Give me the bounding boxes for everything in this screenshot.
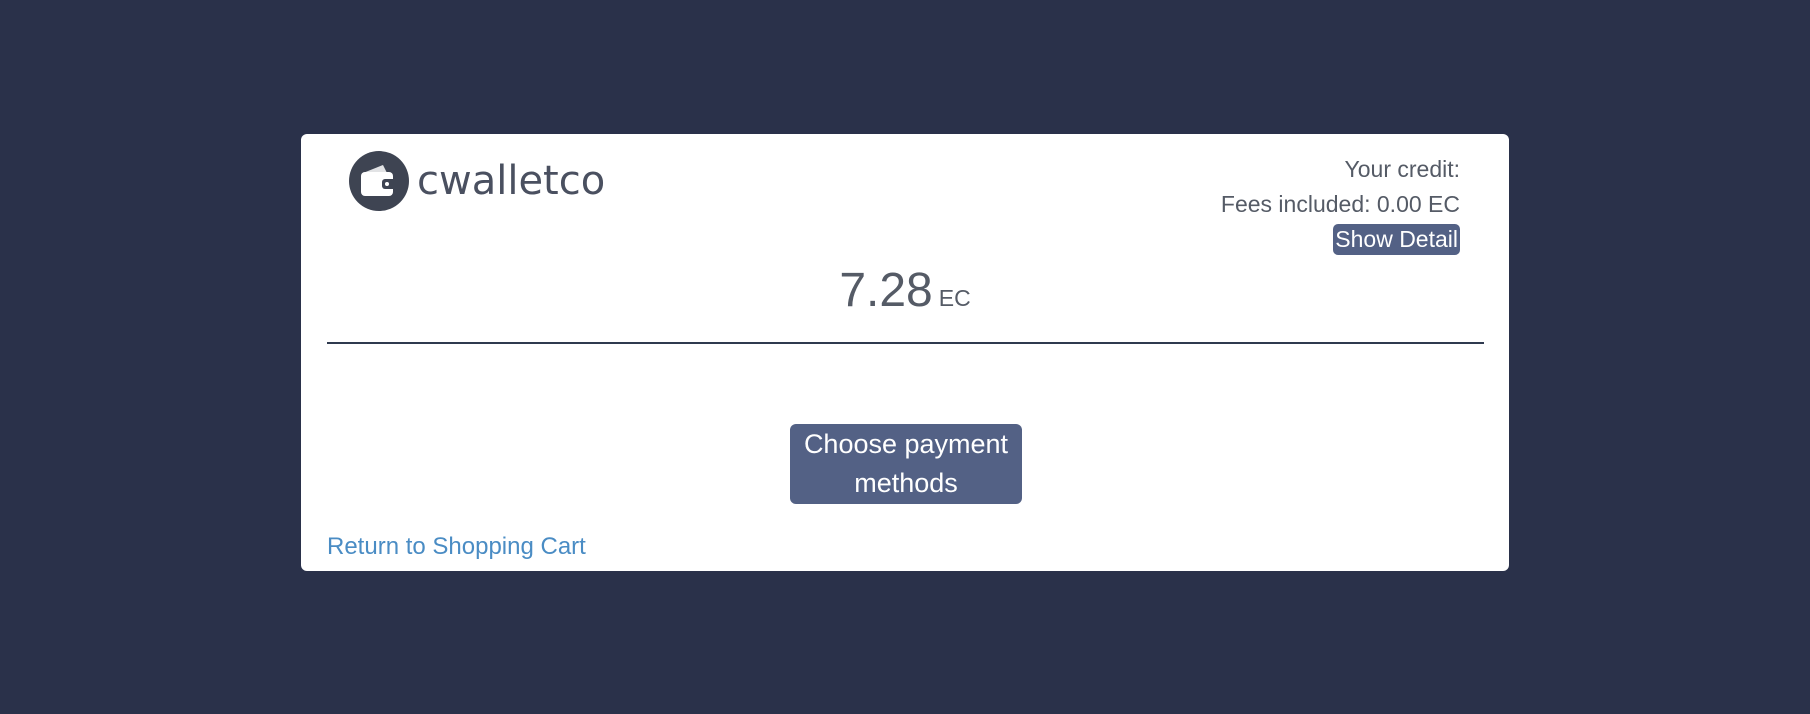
fees-included-text: Fees included: 0.00 EC (1220, 191, 1460, 217)
amount-display: 7.28 EC (301, 263, 1509, 318)
amount-value: 7.28 (839, 264, 933, 317)
brand-name: cwalletco (417, 158, 606, 204)
return-to-cart-link[interactable]: Return to Shopping Cart (327, 533, 586, 561)
payment-card: cwalletco Your credit: Fees included: 0.… (301, 134, 1509, 571)
your-credit-label: Your credit: (1344, 156, 1461, 182)
wallet-icon (349, 151, 409, 211)
show-detail-button[interactable]: Show Detail (1333, 224, 1460, 255)
choose-payment-methods-button[interactable]: Choose payment methods (790, 424, 1022, 504)
divider (327, 342, 1484, 344)
credit-summary: Your credit: Fees included: 0.00 EC Show… (1221, 152, 1460, 257)
brand-logo: cwalletco (349, 151, 605, 211)
amount-unit: EC (938, 285, 971, 311)
